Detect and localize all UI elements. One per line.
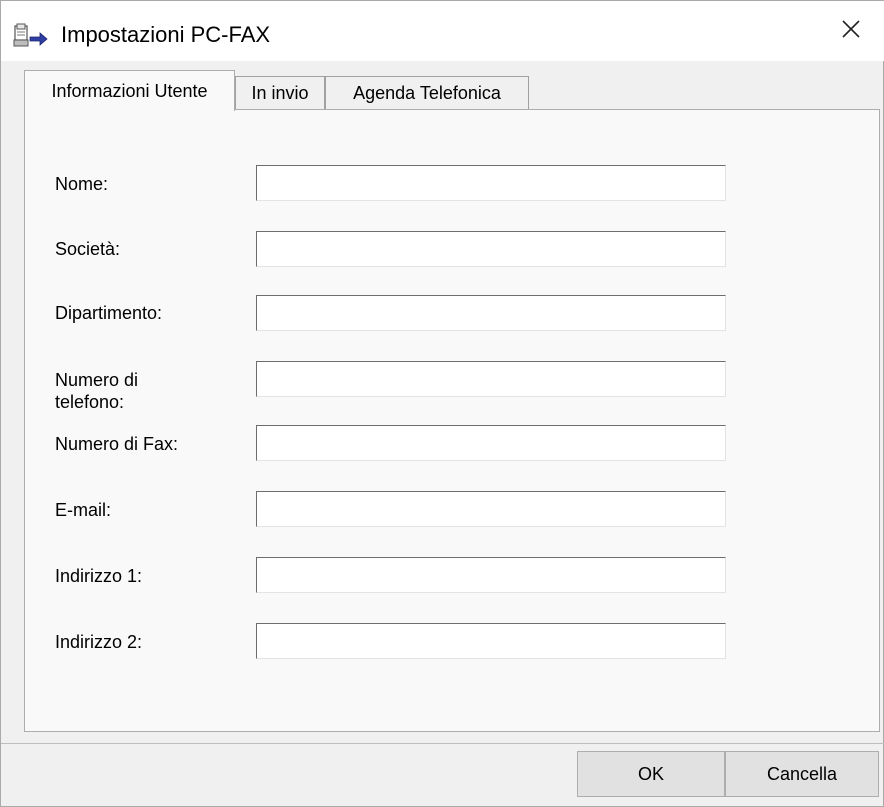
email-input[interactable] (256, 491, 726, 527)
indirizzo-1-label: Indirizzo 1: (55, 566, 143, 586)
numero-fax-input[interactable] (256, 425, 726, 461)
close-icon (841, 19, 861, 44)
dipartimento-label: Dipartimento: (55, 303, 163, 323)
nome-input[interactable] (256, 165, 726, 201)
tab-in-invio[interactable]: In invio (235, 76, 325, 109)
tab-label: In invio (251, 82, 309, 103)
numero-telefono-label: Numero di telefono: (55, 370, 139, 412)
tab-informazioni-utente[interactable]: Informazioni Utente (24, 70, 235, 111)
email-label: E-mail: (55, 500, 112, 520)
bottom-divider (1, 743, 884, 744)
indirizzo-2-input[interactable] (256, 623, 726, 659)
title-bar: Impostazioni PC-FAX (1, 1, 884, 61)
close-button[interactable] (817, 1, 884, 61)
dipartimento-input[interactable] (256, 295, 726, 331)
indirizzo-1-input[interactable] (256, 557, 726, 593)
numero-telefono-input[interactable] (256, 361, 726, 397)
pcfax-settings-dialog: Impostazioni PC-FAX Informazioni Utente … (0, 0, 884, 807)
ok-button[interactable]: OK (577, 751, 725, 797)
tab-agenda-telefonica[interactable]: Agenda Telefonica (325, 76, 529, 109)
societa-label: Società: (55, 239, 121, 259)
pc-fax-icon (13, 23, 49, 51)
numero-fax-label: Numero di Fax: (55, 434, 179, 454)
cancel-button[interactable]: Cancella (725, 751, 879, 797)
indirizzo-2-label: Indirizzo 2: (55, 632, 143, 652)
societa-input[interactable] (256, 231, 726, 267)
nome-label: Nome: (55, 174, 109, 194)
tab-label: Informazioni Utente (51, 80, 208, 101)
window-title: Impostazioni PC-FAX (61, 22, 271, 47)
tab-label: Agenda Telefonica (353, 82, 501, 103)
